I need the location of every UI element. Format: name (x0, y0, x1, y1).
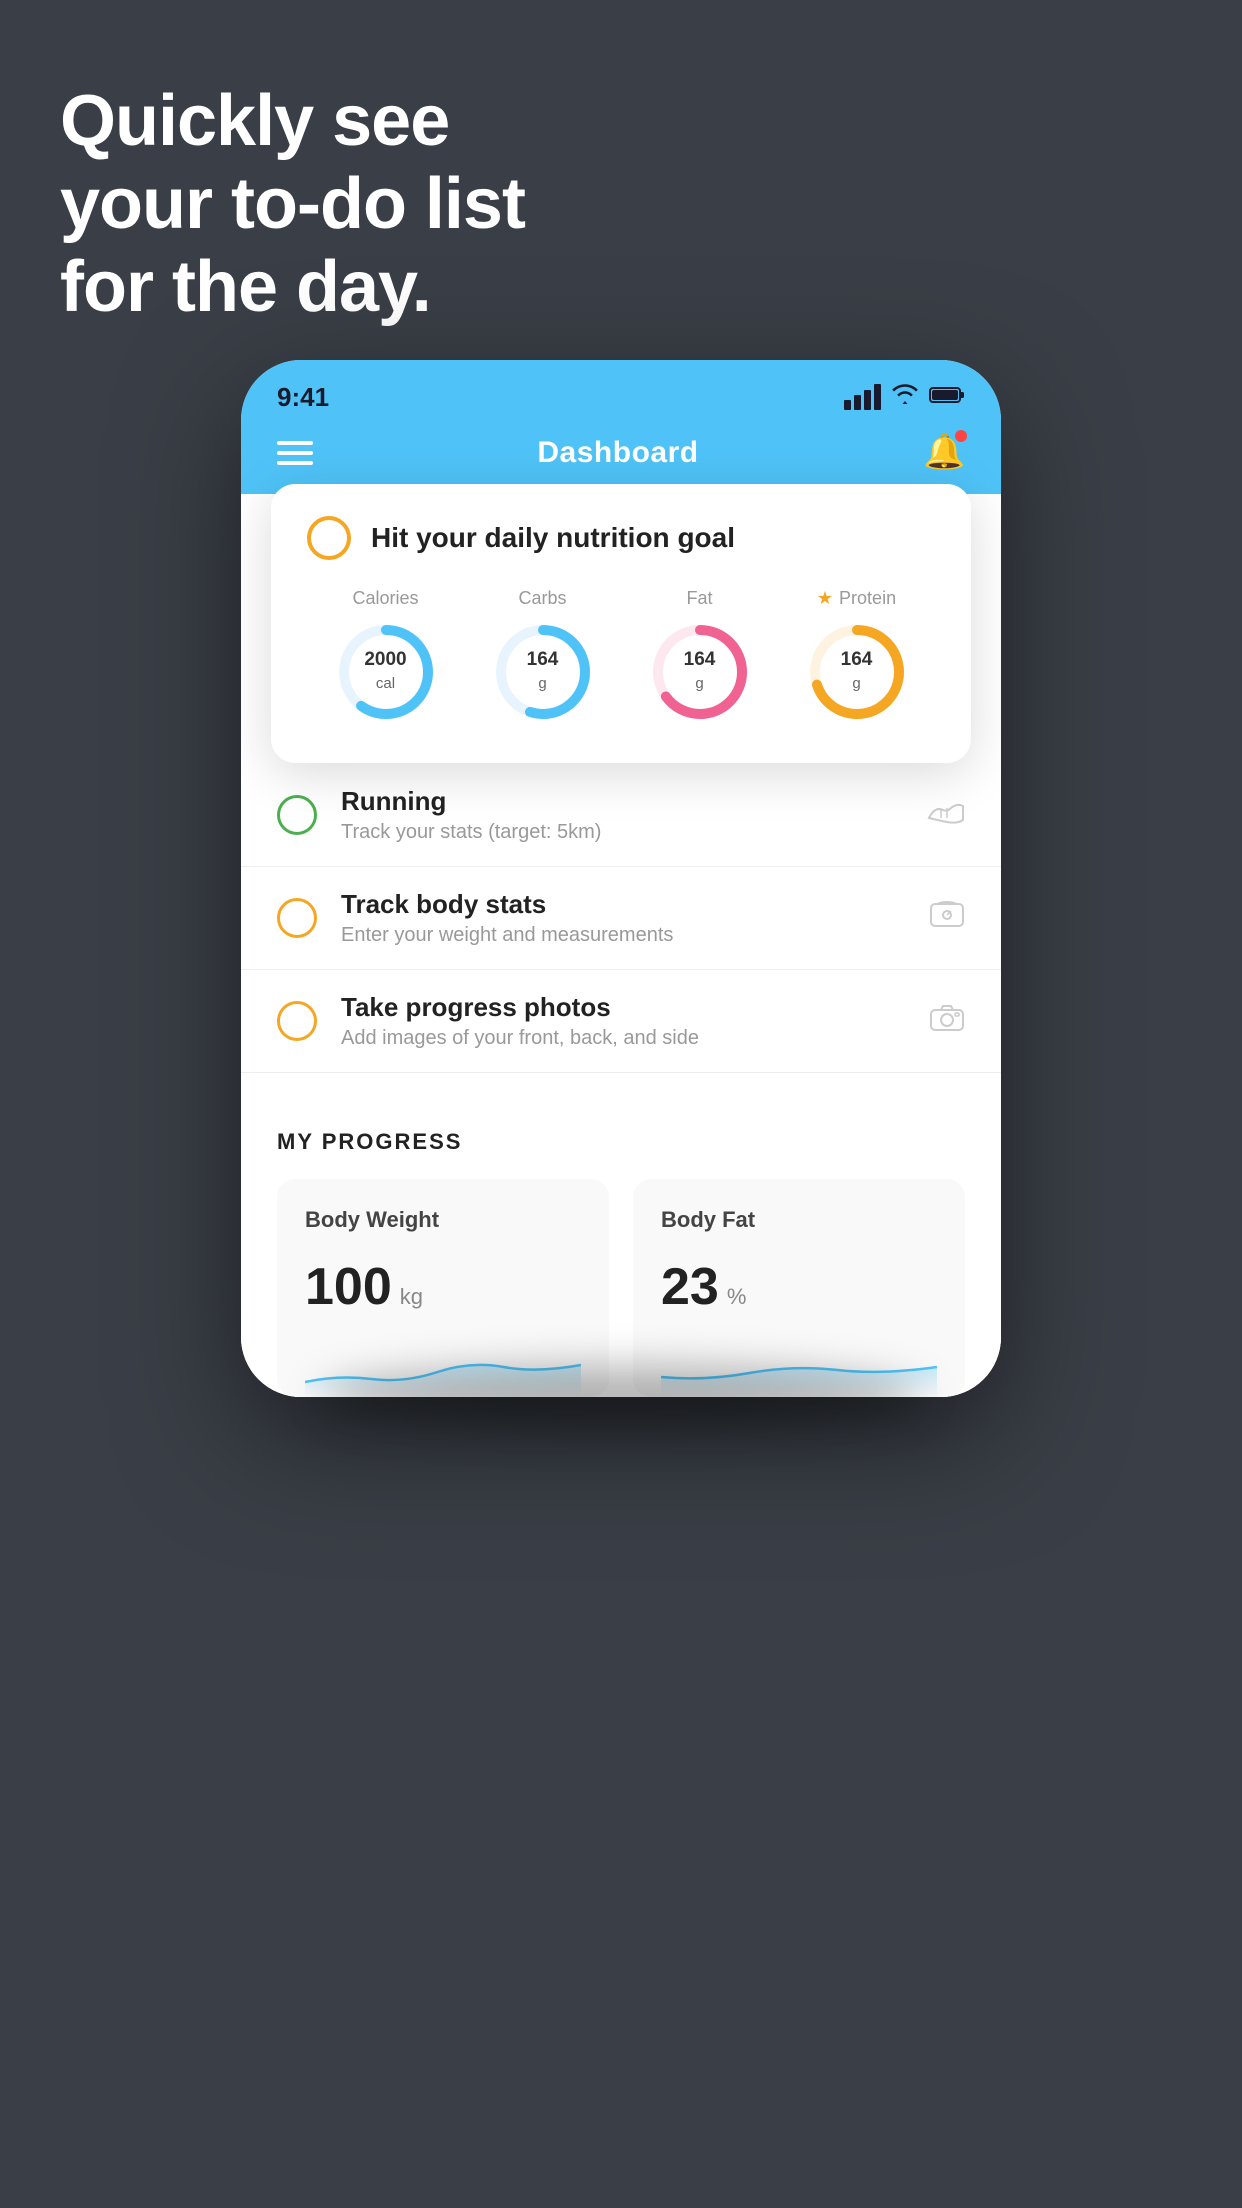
nutrition-card: Hit your daily nutrition goal Calories (271, 484, 971, 763)
header-title: Dashboard (537, 436, 698, 470)
body-fat-card[interactable]: Body Fat 23 % (633, 1179, 965, 1397)
nutrition-checkbox[interactable] (307, 516, 351, 560)
body-stats-subtitle: Enter your weight and measurements (341, 924, 905, 947)
notification-badge (955, 430, 967, 442)
protein-value: 164 g (841, 649, 873, 695)
fat-value: 164 g (684, 649, 716, 695)
signal-icon (844, 384, 881, 410)
nutrition-row: Calories 2000 cal (307, 588, 935, 727)
body-weight-value: 100 kg (305, 1257, 581, 1317)
hero-line1: Quickly see (60, 80, 525, 163)
phone-shadow (321, 1367, 921, 1427)
carbs-item: Carbs 164 g (488, 588, 598, 727)
shoe-icon (927, 797, 965, 834)
photos-checkbox[interactable] (277, 1001, 317, 1041)
body-stats-text: Track body stats Enter your weight and m… (341, 889, 905, 947)
phone-screen: 9:41 (241, 360, 1001, 1397)
photos-text: Take progress photos Add images of your … (341, 992, 905, 1050)
body-weight-title: Body Weight (305, 1207, 581, 1233)
calories-value: 2000 cal (364, 649, 406, 695)
todo-item-body-stats[interactable]: Track body stats Enter your weight and m… (241, 867, 1001, 970)
running-checkbox[interactable] (277, 795, 317, 835)
star-icon: ★ (817, 588, 833, 609)
calories-label: Calories (352, 588, 418, 609)
progress-title: MY PROGRESS (277, 1129, 965, 1155)
hero-text: Quickly see your to-do list for the day. (60, 80, 525, 328)
status-bar: 9:41 (241, 360, 1001, 420)
body-weight-card[interactable]: Body Weight 100 kg (277, 1179, 609, 1397)
app-header: Dashboard 🔔 (241, 420, 1001, 494)
body-fat-value: 23 % (661, 1257, 937, 1317)
status-icons (844, 383, 965, 411)
photos-subtitle: Add images of your front, back, and side (341, 1027, 905, 1050)
hero-line2: your to-do list (60, 163, 525, 246)
status-time: 9:41 (277, 382, 329, 413)
calories-item: Calories 2000 cal (331, 588, 441, 727)
main-content: THINGS TO DO TODAY Hit your daily nutrit… (241, 494, 1001, 1397)
protein-chart: 164 g (802, 617, 912, 727)
fat-chart: 164 g (645, 617, 755, 727)
nutrition-card-title: Hit your daily nutrition goal (371, 522, 735, 554)
nutrition-card-header: Hit your daily nutrition goal (307, 516, 935, 560)
scale-icon (929, 898, 965, 938)
carbs-label: Carbs (518, 588, 566, 609)
running-title: Running (341, 786, 903, 817)
camera-icon (929, 1002, 965, 1040)
running-text: Running Track your stats (target: 5km) (341, 786, 903, 844)
progress-cards: Body Weight 100 kg (277, 1179, 965, 1397)
carbs-chart: 164 g (488, 617, 598, 727)
body-fat-title: Body Fat (661, 1207, 937, 1233)
running-subtitle: Track your stats (target: 5km) (341, 821, 903, 844)
todo-item-running[interactable]: Running Track your stats (target: 5km) (241, 764, 1001, 867)
phone-mockup: 9:41 (171, 360, 1071, 1397)
fat-label: Fat (686, 588, 712, 609)
menu-button[interactable] (277, 441, 313, 465)
protein-label: ★ Protein (817, 588, 896, 609)
battery-icon (929, 384, 965, 410)
body-stats-checkbox[interactable] (277, 898, 317, 938)
body-stats-title: Track body stats (341, 889, 905, 920)
protein-item: ★ Protein 164 g (802, 588, 912, 727)
notifications-button[interactable]: 🔔 (923, 432, 965, 474)
wifi-icon (891, 383, 919, 411)
todo-item-photos[interactable]: Take progress photos Add images of your … (241, 970, 1001, 1073)
carbs-value: 164 g (527, 649, 559, 695)
hero-line3: for the day. (60, 246, 525, 329)
fat-item: Fat 164 g (645, 588, 755, 727)
photos-title: Take progress photos (341, 992, 905, 1023)
calories-chart: 2000 cal (331, 617, 441, 727)
progress-section: MY PROGRESS Body Weight 100 kg (241, 1093, 1001, 1397)
